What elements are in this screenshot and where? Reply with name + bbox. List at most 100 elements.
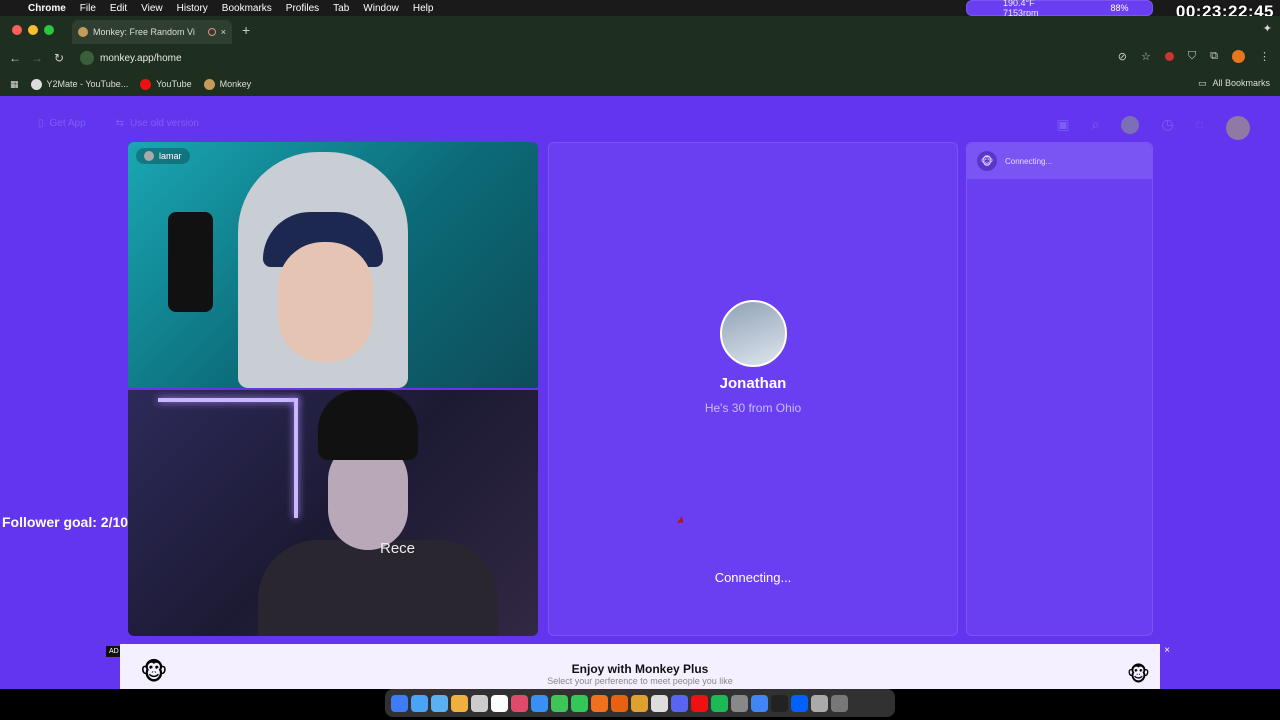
menu-window[interactable]: Window: [363, 3, 399, 14]
apps-grid-icon[interactable]: ▦: [10, 79, 19, 90]
finder-icon[interactable]: [391, 694, 408, 712]
remote-username: lamar: [159, 151, 182, 161]
menu-dots-icon[interactable]: ⋮: [1259, 50, 1270, 63]
messages-icon[interactable]: [551, 694, 568, 712]
tab-title: Monkey: Free Random Vi: [93, 27, 195, 37]
url-field[interactable]: monkey.app/home: [80, 51, 182, 65]
notes-icon[interactable]: [491, 694, 508, 712]
chrome-icon[interactable]: [751, 694, 768, 712]
local-video: Rece: [128, 390, 538, 636]
stocks-icon[interactable]: [771, 694, 788, 712]
menu-view[interactable]: View: [141, 3, 163, 14]
match-name: Jonathan: [719, 375, 787, 392]
all-bookmarks-label: All Bookmarks: [1212, 78, 1270, 88]
menu-app-name[interactable]: Chrome: [28, 3, 66, 14]
search-icon[interactable]: ⌕: [1092, 116, 1100, 140]
trash-icon[interactable]: [831, 694, 848, 712]
bookmark-label: Monkey: [219, 79, 252, 89]
spotify-icon[interactable]: [711, 694, 728, 712]
tab-close-icon[interactable]: ×: [221, 27, 226, 37]
person-hat-shape: [318, 390, 418, 460]
monkey-page: ▯ Get App ⇆ Use old version ▣ ⌕ ◷ ◌ lamar …: [0, 96, 1280, 689]
get-app-link[interactable]: ▯ Get App: [38, 118, 86, 129]
monkey-favicon-icon: [78, 27, 88, 37]
live-icon[interactable]: [651, 694, 668, 712]
mail-icon[interactable]: [431, 694, 448, 712]
monkey-icon: 🐵: [1126, 664, 1150, 686]
calculator-icon[interactable]: [471, 694, 488, 712]
settings-icon[interactable]: [731, 694, 748, 712]
app-icon[interactable]: [611, 694, 628, 712]
match-description: He's 30 from Ohio: [704, 401, 802, 415]
history-icon[interactable]: ◷: [1161, 116, 1173, 140]
bookmark-monkey[interactable]: Monkey: [203, 78, 252, 90]
tab-search-icon[interactable]: ✦: [1263, 22, 1272, 35]
bookmark-label: YouTube: [156, 79, 192, 89]
extension-record-icon[interactable]: [1164, 52, 1174, 61]
extensions-icon[interactable]: ⧉: [1210, 50, 1218, 63]
coin-icon[interactable]: [1121, 116, 1140, 134]
bookmark-youtube[interactable]: YouTube: [140, 78, 192, 90]
youtube-icon[interactable]: [691, 694, 708, 712]
menu-history[interactable]: History: [177, 3, 208, 14]
app-icon[interactable]: [591, 694, 608, 712]
ad-banner[interactable]: 🐵 Enjoy with Monkey Plus Select your per…: [120, 644, 1160, 689]
photos-icon[interactable]: [451, 694, 468, 712]
facetime-icon[interactable]: [571, 694, 588, 712]
safari-icon[interactable]: [411, 694, 428, 712]
ad-close-button[interactable]: ×: [1160, 644, 1174, 658]
get-app-label: Get App: [49, 118, 86, 129]
reload-button[interactable]: ↻: [48, 51, 70, 65]
close-window-button[interactable]: [12, 25, 22, 35]
window-controls: [12, 25, 54, 35]
dropbox-icon[interactable]: [791, 694, 808, 712]
shop-icon[interactable]: ▣: [1056, 116, 1069, 140]
old-version-link[interactable]: ⇆ Use old version: [116, 118, 199, 129]
chat-icon[interactable]: ◌: [1196, 116, 1204, 140]
folder-icon: ▭: [1197, 78, 1207, 88]
preview-icon[interactable]: [811, 694, 828, 712]
video-panel: lamar Rece: [128, 142, 538, 636]
neon-light-shape: [158, 398, 298, 402]
menu-edit[interactable]: Edit: [110, 3, 127, 14]
top-links: ▯ Get App ⇆ Use old version: [38, 118, 199, 129]
bookmarks-bar: ▦ Y2Mate - YouTube... YouTube Monkey ▭ A…: [0, 72, 1280, 96]
toolbar-actions: ⊘ ☆ ⛉ ⧉ ⋮: [1118, 50, 1270, 63]
dock: [385, 689, 895, 717]
forward-button[interactable]: →: [26, 51, 48, 65]
remote-user-pill[interactable]: lamar: [136, 148, 190, 164]
minimize-window-button[interactable]: [28, 25, 38, 35]
discord-icon[interactable]: [671, 694, 688, 712]
shield-icon[interactable]: ⛉: [1188, 50, 1196, 63]
back-button[interactable]: ←: [4, 51, 26, 65]
match-panel: Jonathan He's 30 from Ohio Connecting...: [548, 142, 958, 636]
top-actions: ▣ ⌕ ◷ ◌: [1056, 116, 1250, 140]
maximize-window-button[interactable]: [44, 25, 54, 35]
url-text: monkey.app/home: [100, 52, 182, 64]
y2mate-icon: [30, 78, 42, 90]
profile-avatar[interactable]: [1232, 50, 1245, 63]
chat-status-row: 🐵 Connecting...: [967, 143, 1152, 179]
menu-help[interactable]: Help: [413, 3, 434, 14]
connecting-status: Connecting...: [714, 570, 792, 585]
user-avatar[interactable]: [1226, 116, 1250, 140]
menu-tab[interactable]: Tab: [333, 3, 349, 14]
menu-profiles[interactable]: Profiles: [286, 3, 319, 14]
menu-bookmarks[interactable]: Bookmarks: [222, 3, 272, 14]
music-icon[interactable]: [511, 694, 528, 712]
bookmark-star-icon[interactable]: ☆: [1141, 50, 1151, 63]
recording-icon: [207, 28, 216, 36]
site-info-icon[interactable]: [80, 51, 94, 65]
tab-monkey[interactable]: Monkey: Free Random Vi ×: [72, 20, 232, 44]
menu-extras: 190.4°F 7153rpm 88%: [966, 0, 1153, 18]
appstore-icon[interactable]: [531, 694, 548, 712]
match-avatar[interactable]: [720, 300, 787, 367]
menu-file[interactable]: File: [80, 3, 96, 14]
bookmark-y2mate[interactable]: Y2Mate - YouTube...: [30, 78, 128, 90]
all-bookmarks[interactable]: ▭ All Bookmarks: [1198, 78, 1270, 89]
follower-goal-overlay: Follower goal: 2/10: [2, 514, 129, 530]
app-icon[interactable]: [631, 694, 648, 712]
eye-off-icon[interactable]: ⊘: [1118, 50, 1127, 63]
battery-percent: 88%: [1110, 3, 1129, 13]
new-tab-button[interactable]: +: [242, 22, 250, 38]
